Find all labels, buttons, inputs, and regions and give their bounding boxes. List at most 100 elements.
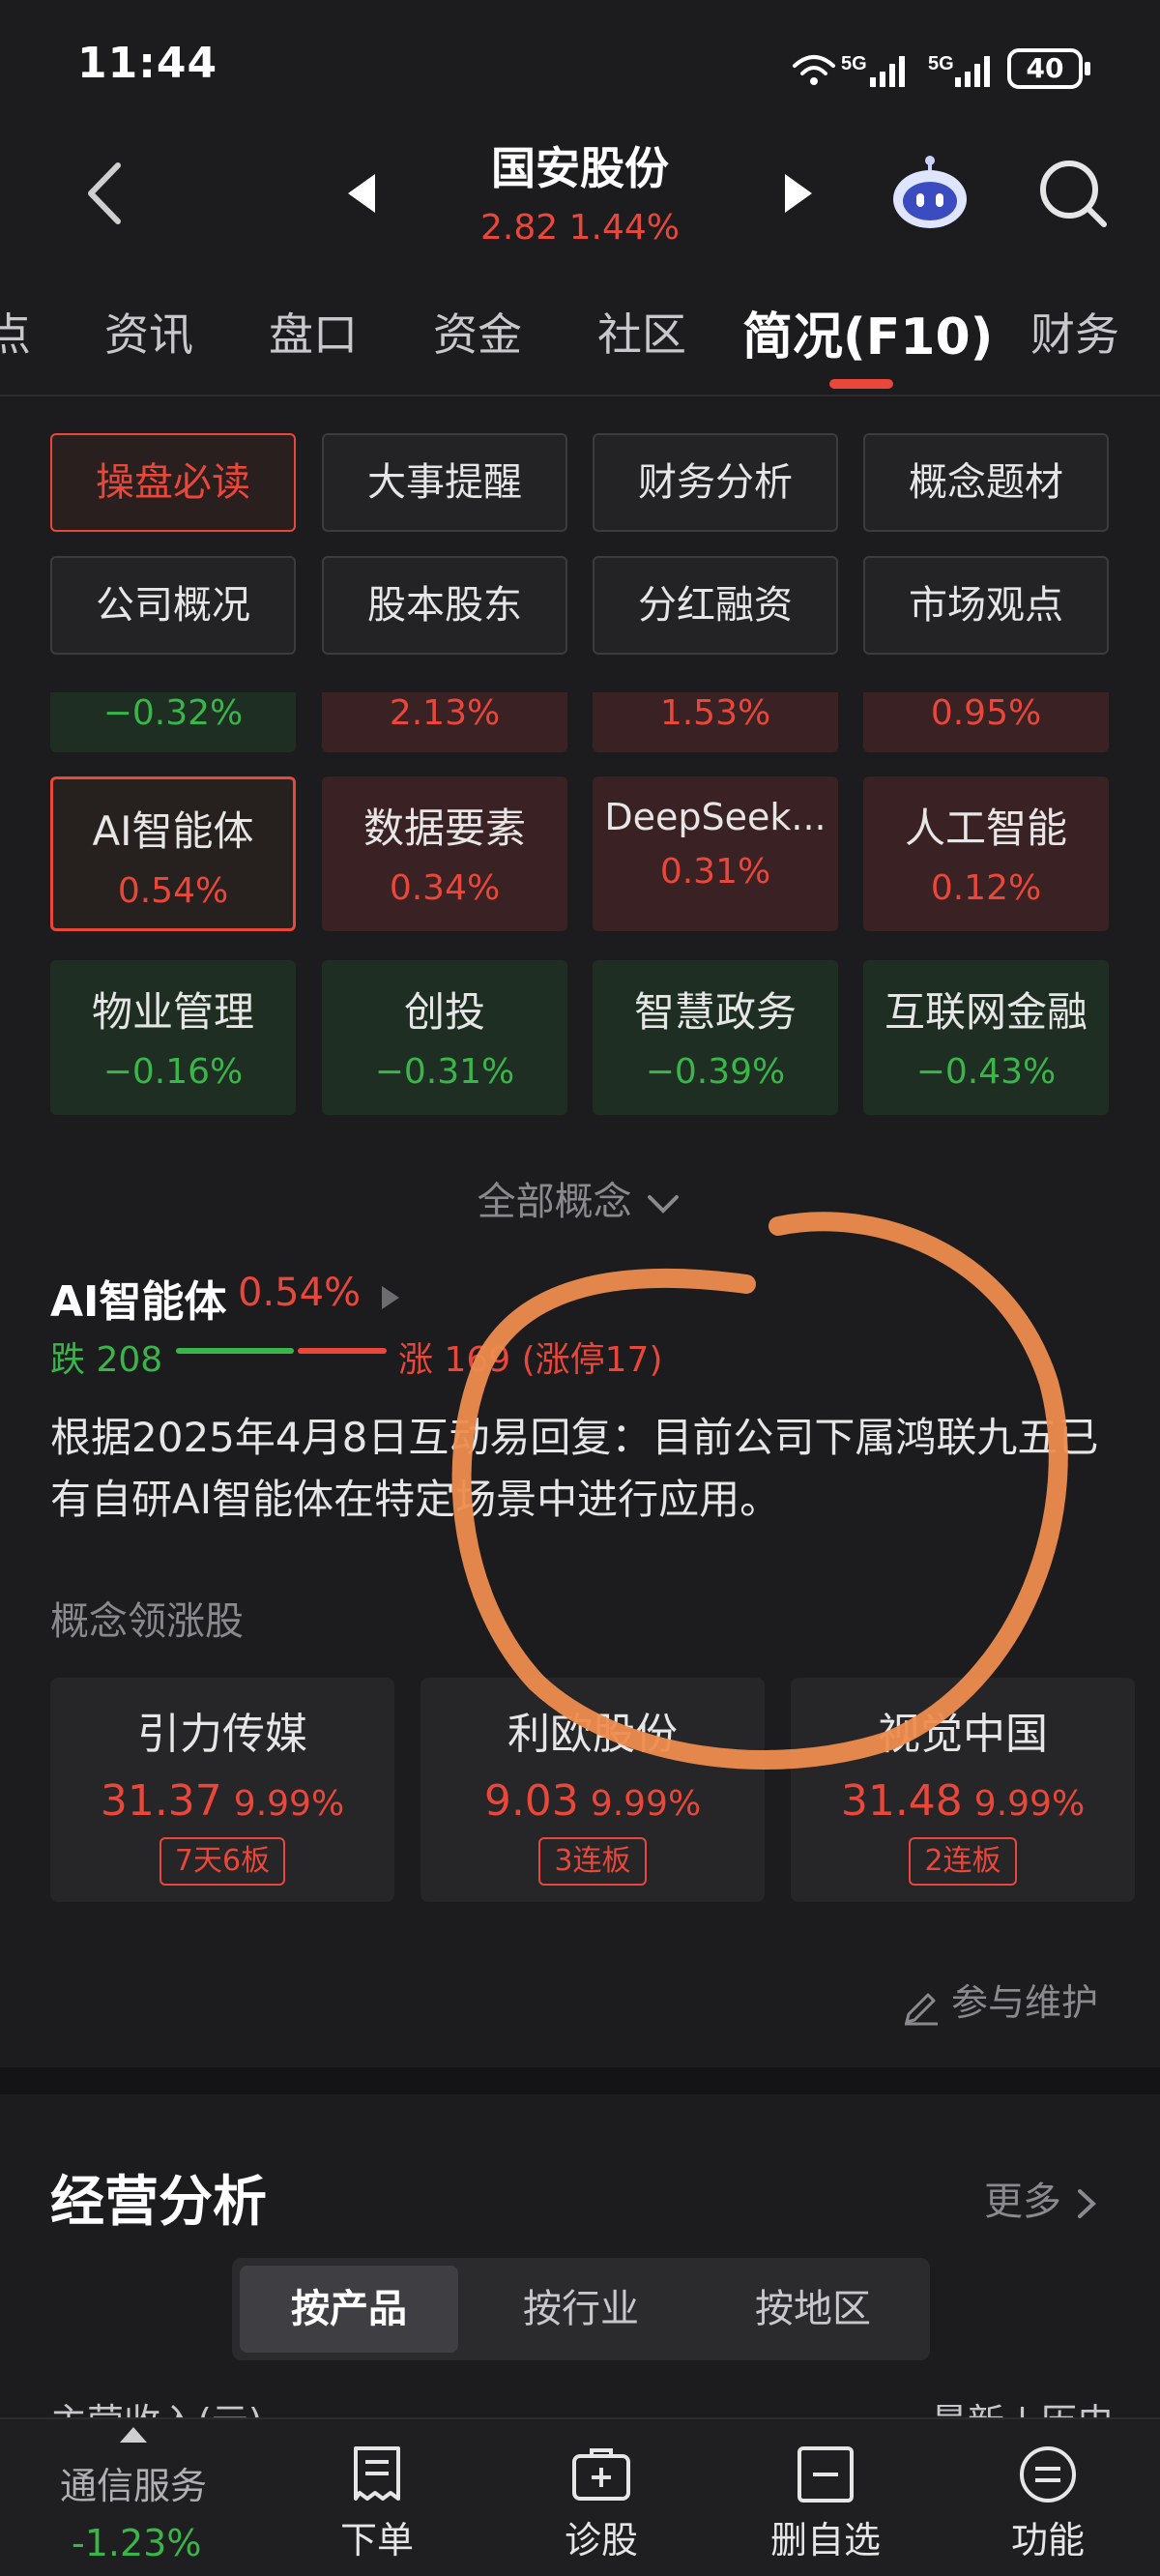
diagnose-button[interactable]: 诊股 [524, 2437, 679, 2563]
rise-bar [298, 1348, 387, 1354]
rise-count: 涨 169 (涨停17) [398, 1340, 663, 1380]
period-toggle[interactable]: 最新 | 历史 [931, 2392, 1114, 2417]
maintain-label: 参与维护 [951, 1981, 1099, 2024]
remove-watchlist-icon [798, 2446, 854, 2503]
concept-tile-pct: −0.39% [645, 1052, 786, 1092]
function-label: 功能 [1010, 2519, 1085, 2561]
diagnose-icon [572, 2448, 630, 2501]
segment-by-product[interactable]: 按产品 [240, 2266, 458, 2353]
concept-tile-cut[interactable]: 1.53% [593, 692, 838, 752]
concept-tile[interactable]: 物业管理 −0.16% [50, 960, 296, 1115]
btn-market-view[interactable]: 市场观点 [863, 556, 1109, 655]
chevron-right-icon [1077, 2189, 1096, 2218]
sector-pct: -1.23% [72, 2522, 202, 2564]
search-icon[interactable] [1034, 155, 1112, 232]
concept-tile-ai-agent[interactable]: AI智能体 0.54% [50, 776, 296, 931]
leader-name: 利欧股份 [508, 1710, 678, 1759]
play-arrow-icon[interactable] [382, 1286, 399, 1309]
more-label: 更多 [984, 2180, 1061, 2224]
concept-tile-name: 物业管理 [91, 988, 254, 1036]
leader-stock-card[interactable]: 视觉中国 31.48 9.99% 2连板 [791, 1678, 1135, 1902]
robot-assistant-icon[interactable] [889, 155, 971, 232]
concept-tile-cut[interactable]: 2.13% [322, 692, 567, 752]
concept-detail-pct: 0.54% [238, 1271, 362, 1315]
segment-by-industry[interactable]: 按行业 [472, 2266, 690, 2353]
more-link[interactable]: 更多 [984, 2170, 1099, 2226]
menu-icon [1020, 2446, 1076, 2503]
concept-tile[interactable]: 互联网金融 −0.43% [863, 960, 1109, 1115]
leader-price: 9.03 [483, 1776, 579, 1826]
concept-tile-pct: 0.54% [117, 871, 229, 911]
concept-tile-cut[interactable]: 0.95% [863, 692, 1109, 752]
leaders-title: 概念领涨股 [50, 1599, 244, 1644]
net-label-2: 5G [928, 53, 954, 74]
function-menu-button[interactable]: 功能 [971, 2437, 1125, 2563]
concept-tile[interactable]: 创投 −0.31% [322, 960, 567, 1115]
concept-tile-name: 创投 [403, 988, 485, 1036]
tab-active-indicator [829, 379, 893, 389]
tab-news[interactable]: 资讯 [104, 300, 193, 364]
order-label: 下单 [339, 2519, 414, 2561]
tab-community[interactable]: 社区 [597, 300, 686, 364]
all-concepts-toggle[interactable]: 全部概念 [0, 1170, 1160, 1226]
status-bar: 11:44 5G 5G 40 [0, 0, 1160, 135]
edit-pencil-icon [905, 1993, 938, 2025]
btn-dividends[interactable]: 分红融资 [593, 556, 838, 655]
leader-change: 9.99% [233, 1784, 345, 1824]
concept-tile[interactable]: 数据要素 0.34% [322, 776, 567, 931]
leader-name: 引力传媒 [137, 1710, 307, 1759]
leader-stock-card[interactable]: 引力传媒 31.37 9.99% 7天6板 [50, 1678, 394, 1902]
segment-by-region[interactable]: 按地区 [704, 2266, 922, 2353]
concept-description: 根据2025年4月8日互动易回复：目前公司下属鸿联九五已有自研AI智能体在特定场… [50, 1414, 1099, 1523]
concept-tile-pct: −0.16% [102, 1052, 244, 1092]
leader-badge: 7天6板 [159, 1837, 286, 1886]
concept-tile[interactable]: DeepSeek... 0.31% [593, 776, 838, 931]
order-icon [354, 2446, 400, 2501]
battery-icon: 40 [1007, 48, 1090, 89]
tab-orderbook[interactable]: 盘口 [269, 300, 358, 364]
remove-watchlist-button[interactable]: 删自选 [748, 2437, 903, 2563]
concept-tile-name: AI智能体 [92, 807, 254, 855]
leader-stock-card[interactable]: 利欧股份 9.03 9.99% 3连板 [420, 1678, 765, 1902]
tab-f10[interactable]: 简况(F10) [742, 296, 993, 368]
btn-concept-theme[interactable]: 概念题材 [863, 433, 1109, 532]
leader-badge: 3连板 [538, 1837, 647, 1886]
section-divider [0, 2067, 1160, 2094]
leader-change: 9.99% [973, 1784, 1086, 1824]
divider [0, 395, 1160, 396]
btn-trading-must-read[interactable]: 操盘必读 [50, 433, 296, 532]
btn-company-overview[interactable]: 公司概况 [50, 556, 296, 655]
tab-capital[interactable]: 资金 [433, 300, 522, 364]
concept-tile-pct: −0.43% [915, 1052, 1057, 1092]
chevron-down-icon [648, 1195, 680, 1214]
concept-detail-name: AI智能体 [50, 1277, 227, 1327]
btn-financial-analysis[interactable]: 财务分析 [593, 433, 838, 532]
concept-tile[interactable]: 智慧政务 −0.39% [593, 960, 838, 1115]
concept-tile-name: 人工智能 [904, 805, 1067, 852]
stock-price: 2.82 [480, 208, 559, 248]
maintain-link[interactable]: 参与维护 [901, 1973, 1098, 2026]
stock-price-line: 2.82 1.44% [0, 208, 1160, 248]
concept-tile-cut[interactable]: −0.32% [50, 692, 296, 752]
concept-tile-name: 智慧政务 [633, 988, 797, 1036]
status-clock: 11:44 [77, 39, 218, 88]
concept-tile-pct: 0.12% [930, 868, 1042, 908]
next-stock-arrow-icon[interactable] [785, 174, 812, 213]
tab-bar: 点 资讯 盘口 资金 社区 简况(F10) 财务 [0, 290, 1160, 387]
tab-finance[interactable]: 财务 [1030, 300, 1119, 364]
leader-price: 31.48 [840, 1776, 963, 1826]
leader-price: 31.37 [100, 1776, 222, 1826]
tab-0[interactable]: 点 [0, 300, 31, 364]
btn-event-reminder[interactable]: 大事提醒 [322, 433, 567, 532]
sector-name[interactable]: 通信服务 [60, 2456, 207, 2509]
revenue-header-row: 主营收入(元) 最新 | 历史 [50, 2388, 1114, 2417]
concept-tile-pct: 0.34% [389, 868, 501, 908]
all-concepts-label: 全部概念 [477, 1180, 632, 1224]
caret-up-icon[interactable] [120, 2427, 147, 2443]
fall-bar [176, 1348, 294, 1354]
order-button[interactable]: 下单 [300, 2437, 454, 2563]
revenue-label: 主营收入(元) [50, 2392, 263, 2417]
btn-shareholders[interactable]: 股本股东 [322, 556, 567, 655]
concept-tile[interactable]: 人工智能 0.12% [863, 776, 1109, 931]
stock-change: 1.44% [568, 208, 680, 248]
